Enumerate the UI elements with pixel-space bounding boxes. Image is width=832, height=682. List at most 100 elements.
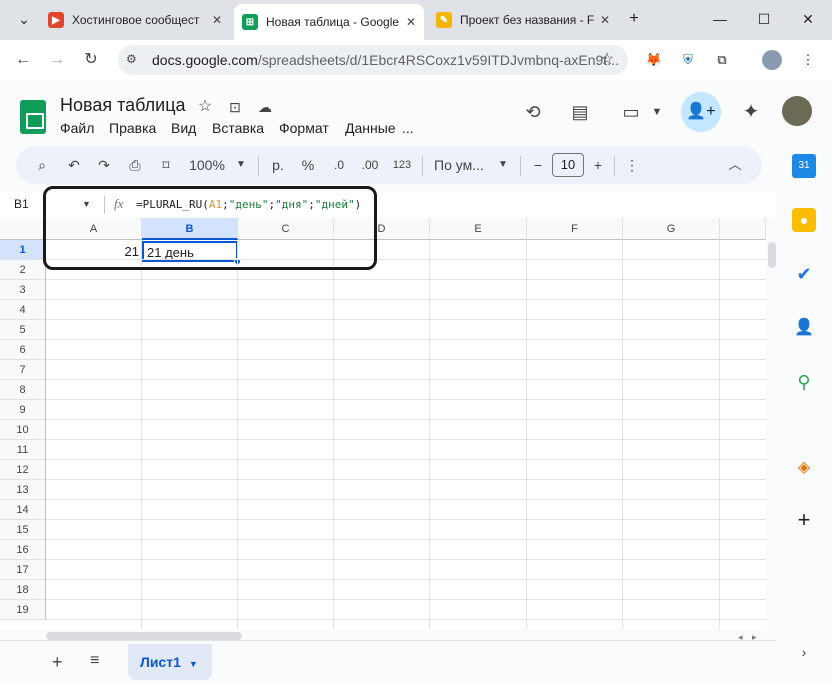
row-header[interactable]: 15 xyxy=(0,520,46,540)
row-header[interactable]: 7 xyxy=(0,360,46,380)
close-window-icon[interactable]: ✕ xyxy=(796,8,820,32)
increase-font-size-icon[interactable]: + xyxy=(590,154,606,176)
menu-format[interactable]: Формат xyxy=(279,120,329,136)
number-format-button[interactable]: 123 xyxy=(390,154,414,176)
collapse-toolbar-icon[interactable]: ︿ xyxy=(726,154,744,176)
row-header[interactable]: 18 xyxy=(0,580,46,600)
menu-view[interactable]: Вид xyxy=(171,120,196,136)
column-header-g[interactable]: G xyxy=(623,218,720,240)
tasks-icon[interactable]: ✔ xyxy=(792,262,816,286)
menu-more[interactable]: ... xyxy=(402,120,414,136)
column-header-h[interactable] xyxy=(720,218,766,240)
undo-icon[interactable]: ↶ xyxy=(64,154,84,176)
row-header[interactable]: 1 xyxy=(0,240,46,260)
forward-icon[interactable]: → xyxy=(44,48,70,72)
row-header[interactable]: 8 xyxy=(0,380,46,400)
add-sheet-icon[interactable]: + xyxy=(52,652,63,673)
row-header[interactable]: 13 xyxy=(0,480,46,500)
zoom-dropdown-icon[interactable]: ▼ xyxy=(234,154,248,176)
move-folder-icon[interactable]: ⊡ xyxy=(224,96,246,118)
profile-avatar[interactable] xyxy=(762,50,782,70)
reload-icon[interactable]: ↻ xyxy=(78,48,104,72)
column-header-f[interactable]: F xyxy=(527,218,623,240)
cloud-status-icon[interactable]: ☁ xyxy=(254,96,276,118)
font-dropdown-icon[interactable]: ▼ xyxy=(496,154,510,176)
browser-tab-1[interactable]: ▶ Хостинговое сообщест ✕ xyxy=(40,6,230,34)
browser-tab-2[interactable]: ⊞ Новая таблица - Google ✕ xyxy=(234,4,424,40)
close-tab-icon[interactable]: ✕ xyxy=(212,13,222,27)
addon-icon[interactable]: ◈ xyxy=(792,456,816,480)
sheets-logo-icon[interactable] xyxy=(20,100,46,134)
row-header[interactable]: 5 xyxy=(0,320,46,340)
select-all-corner[interactable] xyxy=(0,218,46,240)
minimize-icon[interactable]: — xyxy=(708,8,732,32)
row-header[interactable]: 4 xyxy=(0,300,46,320)
share-add-person-icon[interactable]: 👤+ xyxy=(681,92,721,132)
spreadsheet-grid[interactable]: A B C D E F G 1 2 3 4 5 6 7 8 9 10 11 12 13 14 15 16 17 1… xyxy=(0,218,766,630)
contacts-icon[interactable]: 👤 xyxy=(792,316,816,340)
calendar-icon[interactable]: 31 xyxy=(792,154,816,178)
decrease-decimal-button[interactable]: .0 xyxy=(328,154,350,176)
row-header[interactable]: 10 xyxy=(0,420,46,440)
version-history-icon[interactable]: ⟲ xyxy=(522,101,544,123)
close-tab-icon[interactable]: ✕ xyxy=(406,15,416,29)
paint-format-icon[interactable]: ⌑ xyxy=(156,154,176,176)
column-header-e[interactable]: E xyxy=(430,218,527,240)
menu-edit[interactable]: Правка xyxy=(109,120,156,136)
get-addons-icon[interactable]: + xyxy=(792,508,816,532)
url-field[interactable]: docs.google.com/spreadsheets/d/1Ebcr4RSC… xyxy=(118,45,628,75)
zoom-select[interactable]: 100% xyxy=(188,154,226,176)
maximize-icon[interactable]: ☐ xyxy=(752,8,776,32)
print-icon[interactable]: ⎙ xyxy=(124,154,146,176)
new-tab-button[interactable]: + xyxy=(622,8,646,32)
browser-menu-icon[interactable]: ⋮ xyxy=(798,50,818,70)
site-info-icon[interactable]: ⚙ xyxy=(126,52,142,68)
menu-insert[interactable]: Вставка xyxy=(212,120,264,136)
sheet-tab-dropdown-icon[interactable]: ▼ xyxy=(189,659,198,669)
close-tab-icon[interactable]: ✕ xyxy=(600,13,610,27)
back-icon[interactable]: ← xyxy=(10,48,36,72)
horizontal-scrollbar[interactable] xyxy=(46,632,242,640)
all-sheets-icon[interactable]: ≡ xyxy=(90,652,99,670)
star-icon[interactable]: ☆ xyxy=(194,96,216,118)
font-size-input[interactable]: 10 xyxy=(552,153,584,177)
sheet-tab-list1[interactable]: Лист1 ▼ xyxy=(128,644,212,680)
metamask-extension-icon[interactable]: 🦊 xyxy=(644,50,664,70)
account-avatar[interactable] xyxy=(782,96,812,126)
comments-icon[interactable]: ▤ xyxy=(569,101,591,123)
percent-format-button[interactable]: % xyxy=(298,154,318,176)
row-header[interactable]: 17 xyxy=(0,560,46,580)
tab-search-icon[interactable]: ⌄ xyxy=(12,8,36,32)
row-header[interactable]: 6 xyxy=(0,340,46,360)
shield-extension-icon[interactable]: ⛨ xyxy=(678,50,698,70)
extensions-puzzle-icon[interactable]: ⧉ xyxy=(712,50,732,70)
row-header[interactable]: 19 xyxy=(0,600,46,620)
row-header[interactable]: 14 xyxy=(0,500,46,520)
redo-icon[interactable]: ↷ xyxy=(94,154,114,176)
row-header[interactable]: 16 xyxy=(0,540,46,560)
gemini-sparkle-icon[interactable]: ✦ xyxy=(740,101,762,123)
font-family-select[interactable]: По ум... xyxy=(434,154,490,176)
row-header[interactable]: 11 xyxy=(0,440,46,460)
increase-decimal-button[interactable]: .00 xyxy=(358,154,382,176)
menu-data[interactable]: Данные xyxy=(345,120,396,136)
row-header[interactable]: 2 xyxy=(0,260,46,280)
expand-side-panel-icon[interactable]: › xyxy=(792,640,816,664)
meet-dropdown-icon[interactable]: ▼ xyxy=(646,101,668,123)
row-header[interactable]: 3 xyxy=(0,280,46,300)
browser-tab-3[interactable]: ✎ Проект без названия - F ✕ xyxy=(428,6,618,34)
document-title[interactable]: Новая таблица xyxy=(60,95,186,116)
meet-video-icon[interactable]: ▭ xyxy=(620,101,642,123)
menu-file[interactable]: Файл xyxy=(60,120,94,136)
more-tools-icon[interactable]: ⋮ xyxy=(624,154,640,176)
bookmark-star-icon[interactable]: ☆ xyxy=(594,48,620,72)
row-header[interactable]: 12 xyxy=(0,460,46,480)
row-header[interactable]: 9 xyxy=(0,400,46,420)
name-box[interactable]: B1 xyxy=(14,197,29,211)
maps-icon[interactable]: ⚲ xyxy=(792,370,816,394)
currency-format-button[interactable]: р. xyxy=(268,154,288,176)
keep-icon[interactable]: ● xyxy=(792,208,816,232)
search-menus-icon[interactable]: ⌕ xyxy=(32,154,52,176)
vertical-scrollbar[interactable] xyxy=(768,242,776,268)
decrease-font-size-icon[interactable]: − xyxy=(530,154,546,176)
